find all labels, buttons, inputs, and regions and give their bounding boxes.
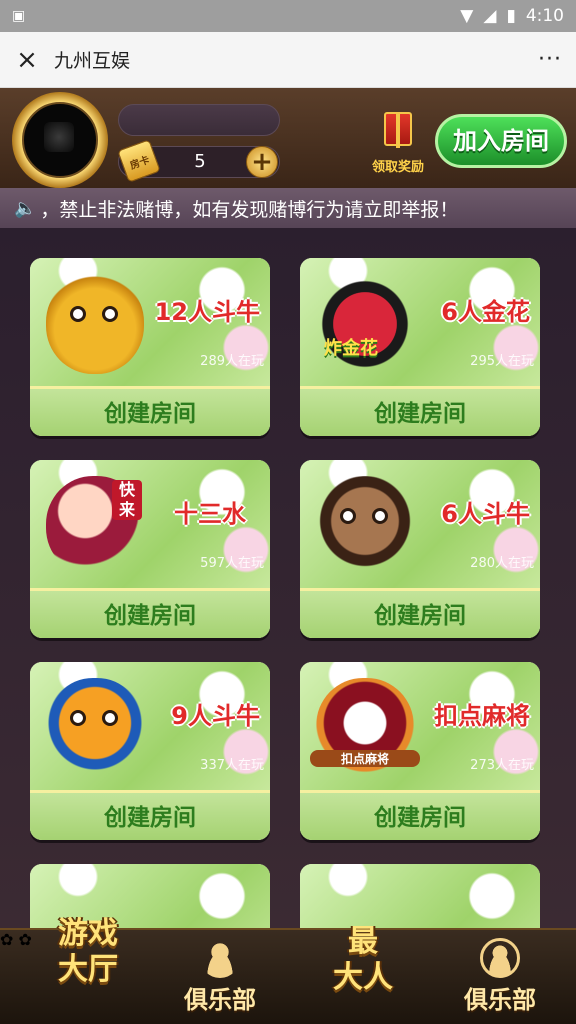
create-room-button[interactable]: 创建房间	[30, 790, 270, 840]
status-bar: ▣ ▼ ◢ ▮ 4:10	[0, 0, 576, 32]
create-room-button[interactable]: 创建房间	[30, 588, 270, 638]
create-room-button[interactable]: 创建房间	[300, 790, 540, 840]
ox-mascot-icon	[46, 274, 144, 374]
lobby-label-line2: 大厅	[58, 952, 118, 987]
player-count: 295人在玩	[470, 354, 534, 369]
battery-icon: ▮	[506, 6, 516, 26]
signal-icon: ◢	[483, 6, 497, 26]
gift-box-icon	[384, 112, 412, 148]
art-flag-text: 快来	[112, 480, 142, 520]
ornament-icon: ✿	[0, 930, 14, 949]
game-card-6-jinhua[interactable]: 炸金花 6人金花 295人在玩 创建房间	[300, 258, 540, 436]
player-count: 337人在玩	[200, 758, 264, 773]
claim-reward-label: 领取奖励	[371, 160, 424, 175]
game-card-partial[interactable]	[300, 864, 540, 928]
game-grid: 12人斗牛 289人在玩 创建房间 炸金花 6人金花 295人在玩 创建房间 快…	[0, 228, 576, 928]
claim-reward-button[interactable]: 领取奖励	[368, 108, 428, 182]
player-count: 280人在玩	[470, 556, 534, 571]
game-name: 6人斗牛	[441, 500, 530, 528]
person-circle-icon	[480, 938, 520, 978]
calf-mascot-icon	[46, 678, 144, 778]
cow-mascot-icon	[316, 476, 414, 576]
game-banner	[300, 864, 540, 928]
art-ribbon-text: 扣点麻将	[310, 750, 420, 767]
page-title: 九州互娱	[54, 50, 131, 72]
game-name: 12人斗牛	[154, 298, 260, 326]
image-icon: ▣	[12, 8, 26, 24]
nav-club-2[interactable]: 俱乐部	[452, 930, 548, 1024]
join-room-button[interactable]: 加入房间	[435, 114, 567, 168]
center-label-line1: 最	[348, 924, 378, 959]
player-count: 289人在玩	[200, 354, 264, 369]
game-name: 9人斗牛	[171, 702, 260, 730]
avatar[interactable]	[22, 102, 98, 178]
nav-center[interactable]: 最 大人	[318, 924, 408, 1020]
create-room-button[interactable]: 创建房间	[30, 386, 270, 436]
bottom-nav: 游戏 大厅 俱乐部 ✿ 最 大人 ✿ 俱乐部	[0, 916, 576, 1024]
game-card-shisanshui[interactable]: 快来 十三水 597人在玩 创建房间	[30, 460, 270, 638]
player-count: 597人在玩	[200, 556, 264, 571]
notice-text: ，禁止非法赌博，如有发现赌博行为请立即举报！	[40, 198, 459, 221]
notice-bar: 🔈 ，禁止非法赌博，如有发现赌博行为请立即举报！	[0, 188, 576, 228]
game-name: 扣点麻将	[434, 702, 530, 730]
game-card-12-niu[interactable]: 12人斗牛 289人在玩 创建房间	[30, 258, 270, 436]
game-card-koudian-majiang[interactable]: 扣点麻将 扣点麻将 273人在玩 创建房间	[300, 662, 540, 840]
game-name: 十三水	[174, 500, 246, 528]
person-icon	[200, 938, 240, 978]
ornament-icon: ✿	[18, 930, 32, 949]
game-name: 6人金花	[441, 298, 530, 326]
room-card-count: 5	[194, 151, 206, 172]
wifi-icon: ▼	[460, 6, 474, 26]
status-icons: ▼ ◢ ▮ 4:10	[460, 6, 564, 26]
create-room-button[interactable]: 创建房间	[300, 386, 540, 436]
club-label: 俱乐部	[184, 986, 256, 1014]
more-icon[interactable]: ···	[538, 47, 562, 72]
create-room-button[interactable]: 创建房间	[300, 588, 540, 638]
art-title-text: 炸金花	[324, 338, 378, 359]
game-card-6-niu[interactable]: 6人斗牛 280人在玩 创建房间	[300, 460, 540, 638]
player-name-box	[118, 104, 280, 136]
nav-game-lobby[interactable]: 游戏 大厅	[38, 916, 138, 1012]
center-label-line2: 大人	[333, 960, 393, 995]
player-count: 273人在玩	[470, 758, 534, 773]
club-label: 俱乐部	[464, 986, 536, 1014]
add-room-card-button[interactable]: +	[246, 146, 278, 178]
speaker-icon: 🔈	[14, 197, 37, 219]
webview-titlebar: × 九州互娱 ···	[0, 32, 576, 88]
lobby-label-line1: 游戏	[58, 916, 118, 951]
game-card-9-niu[interactable]: 9人斗牛 337人在玩 创建房间	[30, 662, 270, 840]
status-time: 4:10	[525, 6, 564, 26]
close-icon[interactable]: ×	[14, 47, 40, 73]
game-header: 房卡 5 + 领取奖励 加入房间	[0, 88, 576, 188]
nav-club-1[interactable]: 俱乐部	[172, 930, 268, 1024]
